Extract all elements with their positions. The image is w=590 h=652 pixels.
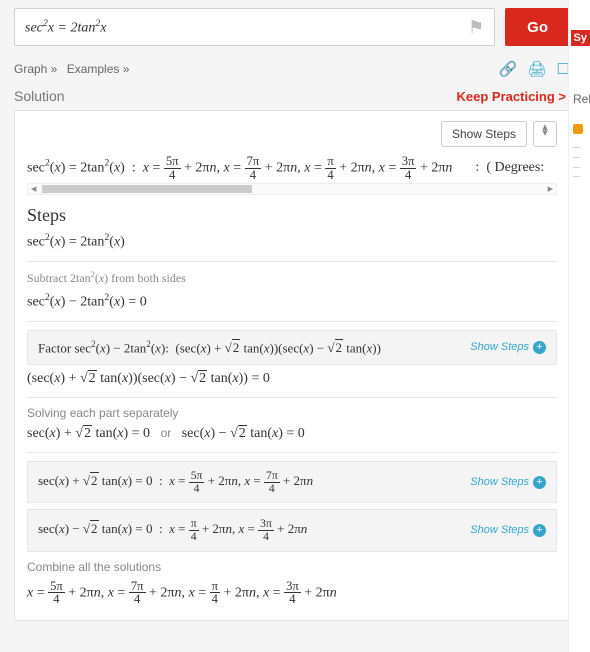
examples-link[interactable]: Examples »: [67, 62, 130, 76]
print-icon[interactable]: 🖨: [528, 60, 547, 78]
stepper-button[interactable]: ▴▾: [533, 121, 557, 147]
show-steps-link[interactable]: Show Steps+: [470, 341, 546, 354]
plus-icon: +: [533, 524, 546, 537]
steps-heading: Steps: [27, 205, 557, 226]
bullet-icon: [573, 124, 583, 134]
related-label: Relate: [573, 92, 590, 106]
related-item[interactable]: ――――: [573, 124, 589, 182]
share-icon[interactable]: 🔗: [499, 60, 518, 78]
search-box[interactable]: sec2x = 2tan2x ⚑: [14, 8, 495, 46]
hint-combine: Combine all the solutions: [27, 560, 557, 574]
step-factored: (sec(x) + 2 tan(x))(sec(x) − 2 tan(x)) =…: [27, 371, 557, 387]
solve-box-2: sec(x) − 2 tan(x) = 0 : x = π4 + 2πn, x …: [27, 509, 557, 551]
plus-icon: +: [533, 476, 546, 489]
step-combined: x = 5π4 + 2πn, x = 7π4 + 2πn, x = π4 + 2…: [27, 580, 557, 606]
show-steps-button[interactable]: Show Steps: [441, 121, 527, 147]
step-parts: sec(x) + 2 tan(x) = 0 or sec(x) − 2 tan(…: [27, 426, 557, 442]
hint-solving: Solving each part separately: [27, 406, 557, 420]
keep-practicing-link[interactable]: Keep Practicing >: [457, 89, 566, 104]
sy-badge[interactable]: Sy: [571, 30, 590, 46]
degrees-label: : ( Degrees:: [468, 160, 544, 176]
solution-card: Show Steps ▴▾ sec2(x) = 2tan2(x) : x = 5…: [14, 110, 570, 621]
hint-subtract: Subtract 2tan2(x) from both sides: [27, 270, 557, 286]
step-subtracted: sec2(x) − 2tan2(x) = 0: [27, 292, 557, 311]
go-button[interactable]: Go: [505, 8, 570, 46]
show-steps-link[interactable]: Show Steps+: [470, 476, 546, 489]
search-row: sec2x = 2tan2x ⚑ Go: [14, 8, 570, 46]
graph-link[interactable]: Graph »: [14, 62, 57, 76]
show-steps-link[interactable]: Show Steps+: [470, 524, 546, 537]
section-title: Solution: [14, 88, 457, 104]
plus-icon: +: [533, 341, 546, 354]
links-row: Graph » Examples » 🔗 🖨 ☐: [14, 60, 570, 78]
search-input[interactable]: sec2x = 2tan2x: [25, 18, 468, 37]
factor-box: Factor sec2(x) − 2tan2(x): (sec(x) + 2 t…: [27, 330, 557, 365]
solve-box-1: sec(x) + 2 tan(x) = 0 : x = 5π4 + 2πn, x…: [27, 461, 557, 503]
right-sidebar: Sy Relate ――――: [568, 0, 590, 652]
bookmark-icon[interactable]: ⚑: [468, 17, 484, 38]
step-original: sec2(x) = 2tan2(x): [27, 232, 557, 251]
main-solution-row: sec2(x) = 2tan2(x) : x = 5π4 + 2πn, x = …: [27, 155, 557, 181]
horizontal-scrollbar[interactable]: [27, 183, 557, 195]
